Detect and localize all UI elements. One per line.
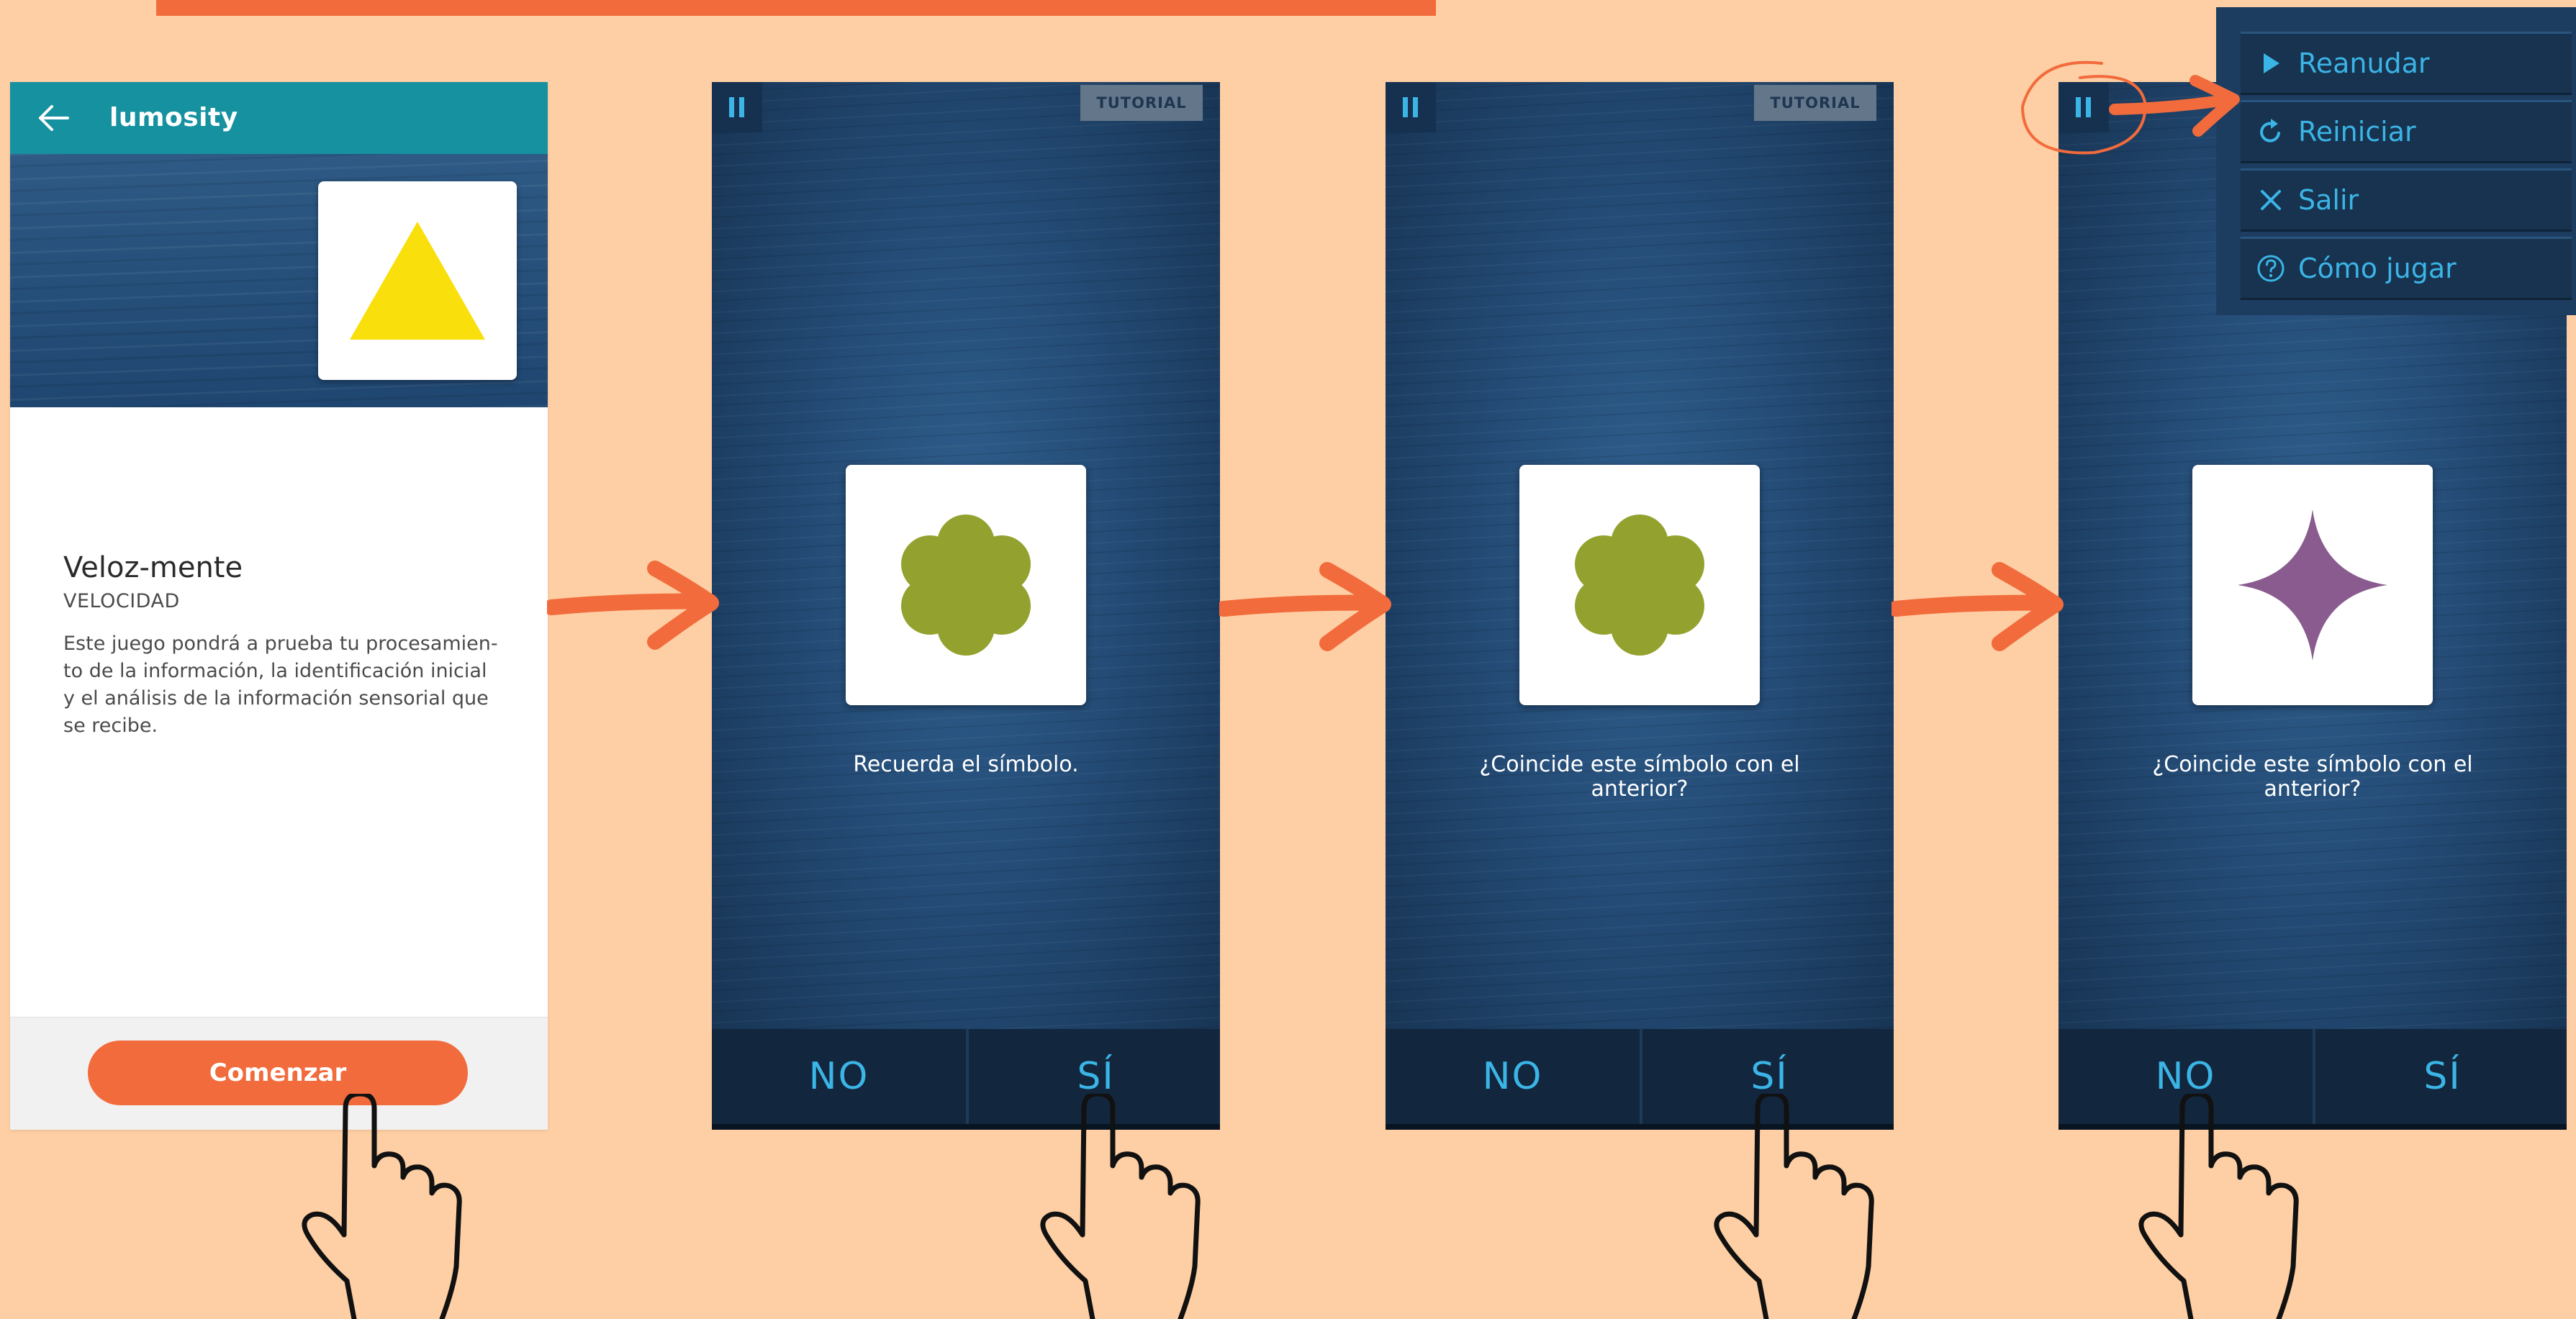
intro-screen: lumosity Veloz-mente VELOCIDAD Este jueg… — [10, 82, 548, 1130]
menu-item-exit[interactable]: Salir — [2241, 168, 2572, 232]
arrow-right-icon — [547, 561, 719, 650]
symbol-card — [1519, 465, 1760, 705]
menu-item-label: Cómo jugar — [2298, 253, 2457, 284]
symbol-card — [2192, 465, 2433, 705]
menu-item-label: Salir — [2298, 184, 2359, 216]
no-button[interactable]: NO — [712, 1029, 966, 1124]
highlight-circle-icon — [2020, 60, 2147, 155]
menu-item-resume[interactable]: Reanudar — [2241, 32, 2572, 95]
tutorial-badge: TUTORIAL — [1754, 85, 1876, 121]
symbol-card — [846, 465, 1086, 705]
top-accent-bar — [156, 0, 1436, 16]
pause-button[interactable] — [712, 82, 762, 132]
flower-icon — [901, 515, 1031, 656]
game-screen-1: TUTORIAL Recuerda el símbolo. NO SÍ — [712, 82, 1220, 1130]
pause-menu: Reanudar Reiniciar Salir Cómo jugar — [2216, 7, 2576, 315]
menu-item-label: Reanudar — [2298, 47, 2430, 79]
restart-icon — [2260, 119, 2280, 142]
game-category: VELOCIDAD — [63, 590, 180, 612]
intro-footer: Comenzar — [10, 1017, 548, 1130]
menu-item-how-to-play[interactable]: Cómo jugar — [2241, 237, 2572, 300]
arrow-right-icon — [1892, 562, 2064, 651]
symbol-card — [318, 181, 517, 380]
game-screen-2: TUTORIAL ¿Coincide este símbolo con el a… — [1386, 82, 1894, 1130]
question-text: ¿Coincide este símbolo con el anterior? — [2152, 752, 2473, 802]
brand-name: lumosity — [109, 103, 238, 132]
menu-item-label: Reiniciar — [2298, 116, 2416, 148]
pointing-hand-icon — [2138, 1094, 2299, 1319]
pointing-hand-icon — [1714, 1094, 1874, 1319]
triangle-icon — [350, 222, 485, 340]
game-description: Este juego pondrá a prueba tu procesamie… — [63, 633, 498, 737]
help-icon — [2257, 255, 2284, 282]
star-icon — [2238, 509, 2387, 661]
arrow-left-icon[interactable] — [36, 102, 71, 134]
arrow-right-icon — [1219, 562, 1391, 651]
pointing-hand-icon — [302, 1094, 462, 1319]
no-button[interactable]: NO — [1386, 1029, 1640, 1124]
pointing-hand-icon — [1040, 1094, 1201, 1319]
yes-button[interactable]: SÍ — [2313, 1029, 2567, 1124]
app-header: lumosity — [10, 82, 548, 154]
flower-icon — [1575, 515, 1704, 656]
game-title: Veloz-mente — [63, 551, 243, 584]
pause-button[interactable] — [1386, 82, 1436, 132]
question-text: ¿Coincide este símbolo con el anterior? — [1479, 752, 1800, 802]
close-icon — [2261, 190, 2281, 210]
tutorial-badge: TUTORIAL — [1080, 85, 1203, 121]
game-banner — [10, 154, 548, 407]
play-icon — [2264, 53, 2279, 73]
instruction-text: Recuerda el símbolo. — [853, 752, 1079, 777]
menu-item-restart[interactable]: Reiniciar — [2241, 100, 2572, 163]
